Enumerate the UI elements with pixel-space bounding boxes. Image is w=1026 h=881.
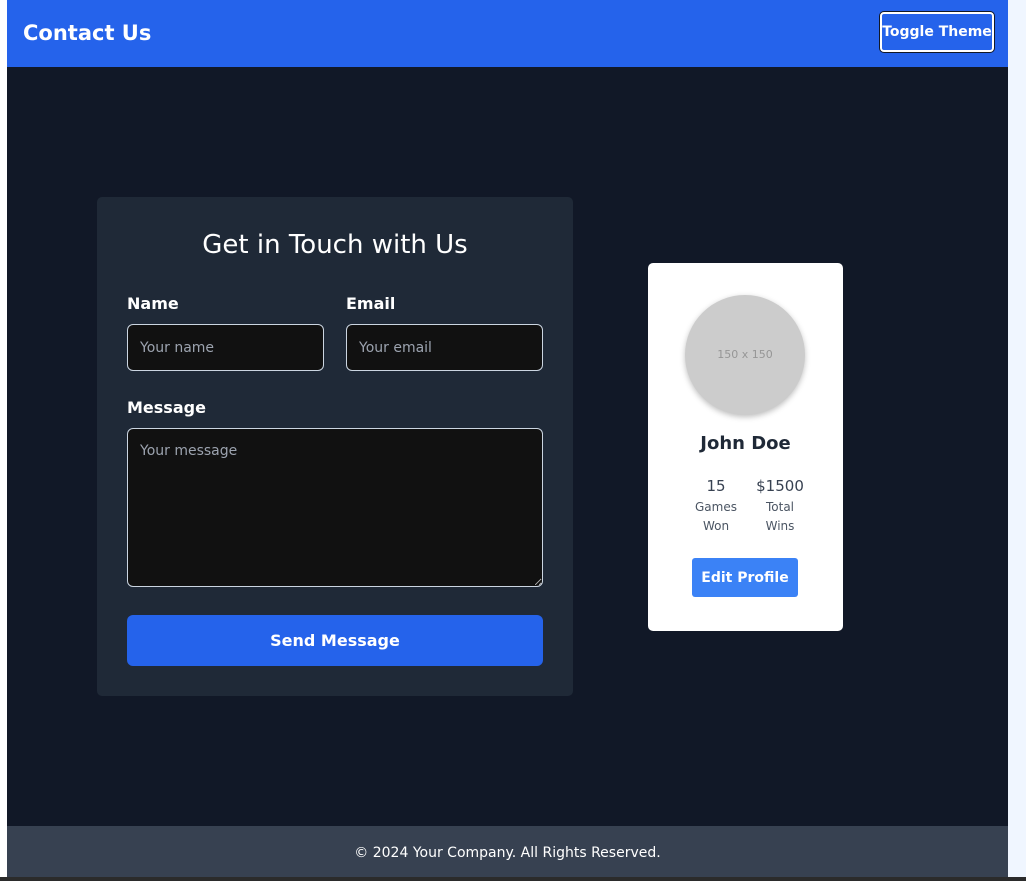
- name-label: Name: [127, 294, 179, 313]
- profile-name: John Doe: [700, 433, 791, 454]
- stat-games-won: 15 Games Won: [685, 475, 747, 536]
- message-textarea[interactable]: [127, 428, 543, 587]
- stat-total-wins: $1500 Total Wins: [749, 475, 811, 536]
- message-label: Message: [127, 398, 206, 417]
- contact-form-card: Get in Touch with Us Name Email Message …: [97, 197, 573, 696]
- edit-profile-button[interactable]: Edit Profile: [692, 558, 798, 597]
- avatar: 150 x 150: [685, 295, 805, 415]
- contact-form-title: Get in Touch with Us: [202, 230, 468, 260]
- email-input[interactable]: [346, 324, 543, 371]
- stat-value: 15: [706, 477, 726, 495]
- stat-value: $1500: [756, 477, 804, 495]
- toggle-theme-button[interactable]: Toggle Theme: [880, 12, 994, 52]
- footer: © 2024 Your Company. All Rights Reserved…: [7, 826, 1008, 881]
- left-edge-strip: [0, 0, 7, 881]
- stat-label: Games Won: [695, 500, 737, 533]
- copyright-text: © 2024 Your Company. All Rights Reserved…: [354, 845, 661, 861]
- stat-label: Total Wins: [765, 500, 795, 533]
- header: Contact Us Toggle Theme: [7, 0, 1008, 67]
- bottom-edge-bar: [0, 877, 1026, 881]
- page-title: Contact Us: [23, 21, 152, 45]
- profile-card: 150 x 150 John Doe 15 Games Won $1500 To…: [648, 263, 843, 631]
- name-input[interactable]: [127, 324, 324, 371]
- email-label: Email: [346, 294, 396, 313]
- app-container: Contact Us Toggle Theme Get in Touch wit…: [7, 0, 1008, 881]
- send-message-button[interactable]: Send Message: [127, 615, 543, 666]
